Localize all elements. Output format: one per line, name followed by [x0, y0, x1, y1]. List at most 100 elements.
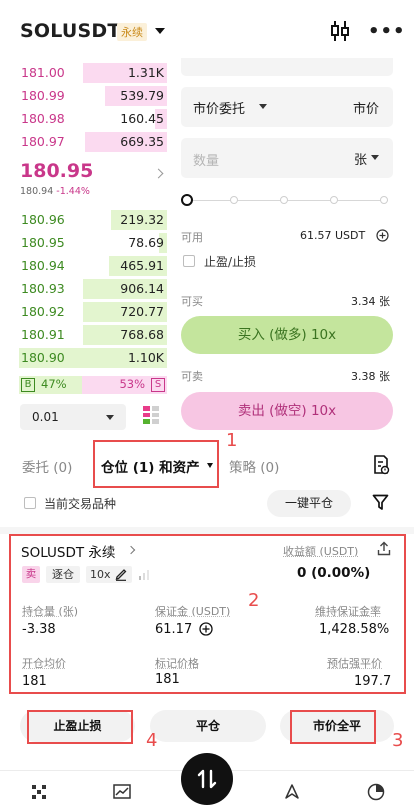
position-size-label[interactable]: 持仓量 (张)	[22, 603, 78, 619]
bid-row[interactable]: 180.92 720.77	[19, 301, 167, 323]
annotation-box-3	[290, 710, 376, 744]
pnl-label[interactable]: 收益额 (USDT)	[283, 543, 358, 559]
margin-value: 61.17	[155, 622, 193, 637]
chevron-down-icon	[259, 104, 267, 109]
transfer-plus-icon[interactable]	[376, 229, 389, 242]
ask-price: 180.97	[21, 134, 65, 149]
ask-row[interactable]: 181.00 1.31K	[19, 62, 167, 84]
tpsl-checkbox[interactable]	[183, 255, 195, 267]
slider-step[interactable]	[230, 196, 238, 204]
position-size-value: -3.38	[22, 622, 56, 637]
market-price-label: 市价	[352, 102, 379, 117]
trade-center-button[interactable]	[181, 753, 233, 805]
can-sell-value: 3.38 张	[351, 370, 390, 383]
precision-value: 0.01	[32, 410, 59, 424]
nav-explore-icon[interactable]	[283, 783, 301, 801]
slider-handle[interactable]	[181, 194, 193, 206]
liq-price-value: 197.7	[354, 674, 392, 689]
ask-price: 180.98	[21, 111, 65, 126]
bid-qty: 768.68	[120, 327, 164, 342]
quantity-unit[interactable]: 张	[354, 149, 367, 168]
entry-price-label[interactable]: 开仓均价	[22, 655, 66, 671]
maint-margin-ratio-value: 1,428.58%	[319, 622, 390, 637]
bid-price: 180.93	[21, 281, 65, 296]
quantity-placeholder: 数量	[193, 154, 220, 169]
annotation-box-4	[27, 710, 133, 744]
bid-qty: 78.69	[128, 235, 164, 250]
chevron-right-icon[interactable]	[153, 168, 164, 179]
nav-chart-icon[interactable]	[113, 783, 131, 801]
orderbook-layout-icon[interactable]	[142, 405, 160, 425]
bid-price: 180.90	[21, 350, 65, 365]
bid-price: 180.96	[21, 212, 65, 227]
mark-price-label[interactable]: 标记价格	[155, 655, 199, 671]
position-title[interactable]: SOLUSDT 永续	[21, 541, 115, 561]
close-all-button[interactable]: 一键平仓	[267, 490, 351, 517]
section-divider	[0, 527, 414, 534]
mark-price-line: 180.94 -1.44%	[20, 186, 90, 197]
sell-short-button[interactable]: 卖出 (做空) 10x	[181, 392, 393, 430]
add-margin-icon[interactable]	[199, 622, 213, 636]
risk-level-icon	[139, 570, 149, 580]
order-history-icon[interactable]	[372, 455, 390, 475]
buy-long-button[interactable]: 买入 (做多) 10x	[181, 316, 393, 354]
can-sell-label: 可卖	[181, 370, 203, 383]
leverage-value: 10x	[90, 568, 111, 581]
close-position-button[interactable]: 平仓	[150, 710, 266, 742]
bid-price: 180.94	[21, 258, 65, 273]
can-buy-label: 可买	[181, 295, 203, 308]
quantity-input[interactable]: 数量 张	[181, 138, 393, 178]
order-type-select[interactable]: 市价委托 市价	[181, 87, 393, 127]
current-symbol-checkbox[interactable]	[24, 497, 36, 509]
available-value: 61.57 USDT	[300, 229, 366, 242]
chevron-down-icon	[106, 415, 114, 420]
ask-qty: 1.31K	[127, 65, 164, 80]
tpsl-label: 止盈/止损	[204, 255, 257, 269]
margin-mode-tag[interactable]: 逐仓	[46, 566, 80, 583]
edit-pencil-icon[interactable]	[115, 567, 127, 581]
bid-row[interactable]: 180.90 1.10K	[19, 347, 167, 369]
price-field[interactable]	[181, 58, 393, 76]
precision-select[interactable]: 0.01	[20, 404, 126, 430]
last-price: 180.95	[20, 160, 94, 182]
bid-row[interactable]: 180.96 219.32	[19, 209, 167, 231]
maint-margin-ratio-label[interactable]: 维持保证金率	[315, 603, 381, 619]
can-buy-value: 3.34 张	[351, 295, 390, 308]
ask-row[interactable]: 180.98 160.45	[19, 108, 167, 130]
filter-icon[interactable]	[372, 494, 389, 511]
bid-qty: 465.91	[120, 258, 164, 273]
bid-row[interactable]: 180.95 78.69	[19, 232, 167, 254]
buy-sell-ratio-bar: B 47% 53% S	[19, 376, 167, 394]
nav-assets-icon[interactable]	[367, 783, 385, 801]
ask-row[interactable]: 180.97 669.35	[19, 131, 167, 153]
bid-row[interactable]: 180.91 768.68	[19, 324, 167, 346]
candlestick-chart-icon[interactable]	[330, 20, 350, 42]
bid-price: 180.92	[21, 304, 65, 319]
entry-price-value: 181	[22, 674, 47, 689]
chevron-down-icon	[371, 155, 379, 160]
more-icon[interactable]: •••	[368, 23, 406, 41]
ask-price: 180.99	[21, 88, 65, 103]
nav-markets-icon[interactable]	[30, 783, 48, 801]
liq-price-label[interactable]: 预估强平价	[327, 655, 382, 671]
slider-step[interactable]	[380, 196, 388, 204]
mark-price-value: 181	[155, 672, 180, 687]
annotation-label-4: 4	[146, 730, 158, 751]
slider-step[interactable]	[280, 196, 288, 204]
ask-qty: 539.79	[120, 88, 164, 103]
slider-step[interactable]	[330, 196, 338, 204]
margin-label[interactable]: 保证金 (USDT)	[155, 603, 230, 619]
ask-price: 181.00	[21, 65, 65, 80]
bid-row[interactable]: 180.93 906.14	[19, 278, 167, 300]
tab-orders[interactable]: 委托 (0)	[22, 456, 72, 476]
bid-row[interactable]: 180.94 465.91	[19, 255, 167, 277]
ask-qty: 160.45	[120, 111, 164, 126]
share-icon[interactable]	[377, 541, 391, 556]
symbol-title[interactable]: SOLUSDT	[20, 20, 121, 42]
tab-strategies[interactable]: 策略 (0)	[229, 456, 279, 476]
annotation-box-1	[93, 440, 219, 488]
symbol-dropdown-icon[interactable]	[155, 28, 165, 34]
buy-ratio: B 47%	[19, 376, 82, 394]
ask-row[interactable]: 180.99 539.79	[19, 85, 167, 107]
available-label: 可用	[181, 231, 203, 244]
